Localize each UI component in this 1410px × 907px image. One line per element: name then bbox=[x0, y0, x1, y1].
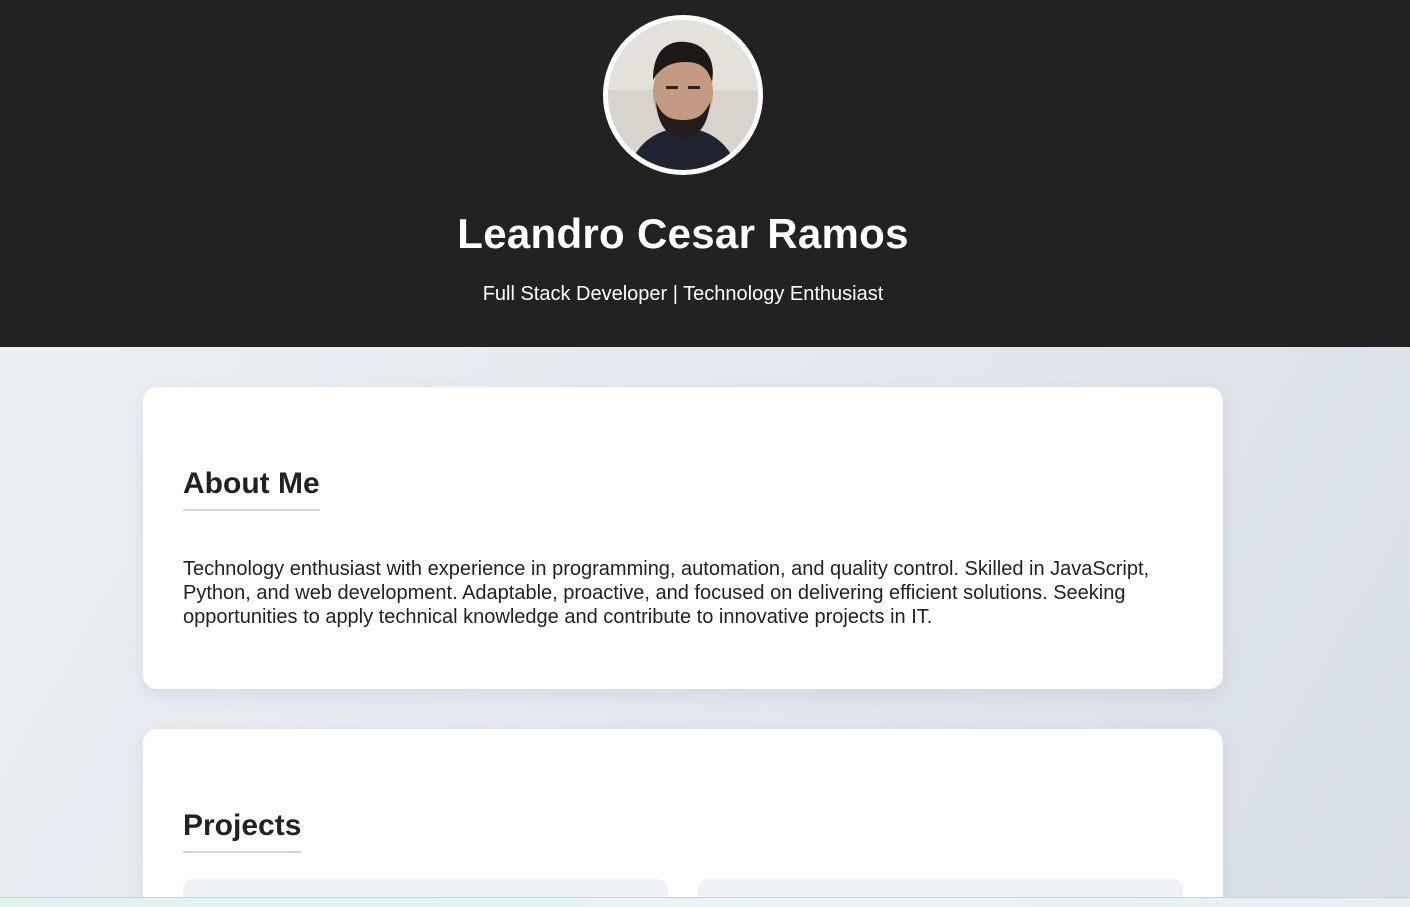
profile-tagline: Full Stack Developer | Technology Enthus… bbox=[482, 283, 884, 305]
about-section: About Me Technology enthusiast with expe… bbox=[143, 387, 1223, 689]
profile-avatar bbox=[603, 15, 763, 175]
projects-section: Projects bbox=[143, 729, 1223, 907]
profile-photo bbox=[608, 20, 758, 170]
about-text: Technology enthusiast with experience in… bbox=[183, 558, 1150, 628]
profile-header: Leandro Cesar Ramos Full Stack Developer… bbox=[0, 0, 1410, 347]
window-bottom-edge bbox=[0, 897, 1410, 907]
projects-title: Projects bbox=[183, 809, 302, 853]
about-title: About Me bbox=[183, 467, 320, 511]
profile-name: Leandro Cesar Ramos bbox=[457, 210, 909, 257]
